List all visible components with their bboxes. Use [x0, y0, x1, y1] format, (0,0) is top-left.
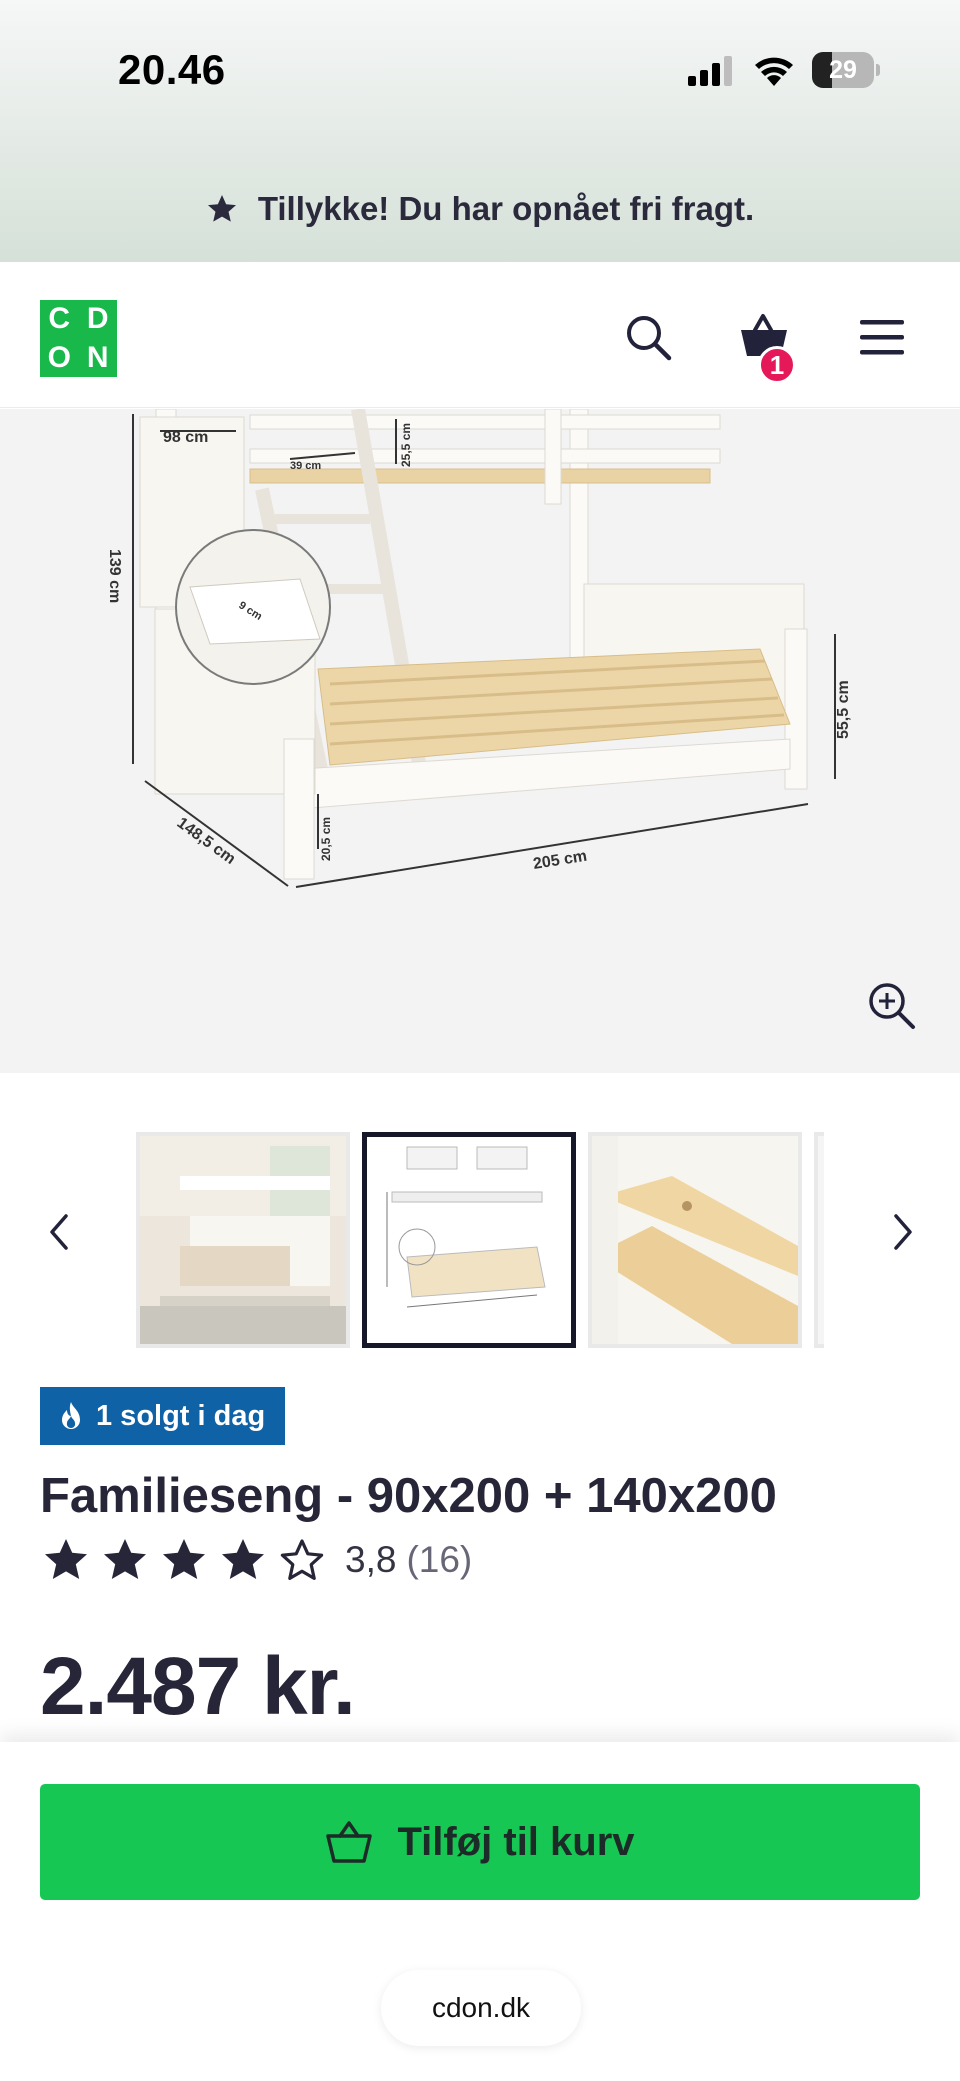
battery-indicator: 29: [812, 52, 880, 88]
basket-outline-icon: [326, 1821, 373, 1863]
star-filled-icon: [104, 1539, 146, 1579]
dim-label: 55,5 cm: [835, 680, 852, 739]
sold-today-text: 1 solgt i dag: [96, 1399, 266, 1432]
thumbnail-strip: [136, 1132, 824, 1348]
free-shipping-banner: Tillykke! Du har opnået fri fragt.: [0, 184, 960, 234]
status-time: 20.46: [118, 46, 226, 93]
dim-label: 20,5 cm: [319, 817, 333, 861]
thumbnail-3[interactable]: [588, 1132, 802, 1348]
rating-count: (16): [406, 1539, 473, 1580]
bunk-bed-illustration: 98 cm 39 cm 25,5 cm 139 cm 9 cm 55,5 cm …: [106, 409, 852, 888]
zoom-in-icon[interactable]: [866, 980, 916, 1030]
dim-label: 139 cm: [106, 549, 123, 603]
rating-value: 3,8: [345, 1539, 397, 1580]
battery-level: 29: [829, 56, 857, 84]
star-filled-icon: [45, 1539, 87, 1579]
logo-letter: O: [47, 340, 71, 374]
sold-today-badge: 1 solgt i dag: [40, 1387, 286, 1445]
thumbnail-carousel: [0, 1132, 960, 1348]
search-icon[interactable]: [623, 312, 673, 362]
star-filled-icon: [222, 1539, 264, 1579]
product-price: 2.487 kr.: [40, 1641, 356, 1732]
add-to-cart-label: Tilføj til kurv: [397, 1819, 635, 1864]
star-icon: [207, 195, 236, 222]
dim-label: 39 cm: [290, 460, 321, 472]
chevron-left-icon[interactable]: [46, 1212, 72, 1252]
thumbnail-1[interactable]: [136, 1132, 350, 1348]
fire-icon: [62, 1402, 80, 1429]
product-image[interactable]: 98 cm 39 cm 25,5 cm 139 cm 9 cm 55,5 cm …: [0, 409, 960, 1073]
signal-icon: [688, 56, 732, 86]
product-rating[interactable]: 3,8 (16): [42, 1535, 472, 1585]
star-filled-icon: [163, 1539, 205, 1579]
browser-url-bar[interactable]: cdon.dk: [381, 1970, 581, 2046]
logo-letter: N: [86, 340, 109, 374]
product-title: Familieseng - 90x200 + 140x200: [40, 1469, 777, 1523]
dim-label: 205 cm: [532, 848, 588, 873]
menu-icon[interactable]: [858, 312, 906, 362]
chevron-right-icon[interactable]: [890, 1212, 916, 1252]
site-header: C D O N 1: [0, 262, 960, 408]
wifi-icon: [755, 57, 793, 86]
promo-text: Tillykke! Du har opnået fri fragt.: [257, 190, 755, 227]
star-outline-icon: [280, 1539, 324, 1580]
cdon-logo[interactable]: C D O N: [40, 300, 117, 377]
thumbnail-4[interactable]: [814, 1132, 824, 1348]
dim-label: 25,5 cm: [399, 423, 413, 467]
logo-letter: C: [48, 302, 71, 336]
dim-label: 98 cm: [163, 429, 208, 446]
thumbnail-2[interactable]: [362, 1132, 576, 1348]
logo-letter: D: [86, 302, 109, 336]
add-to-cart-button[interactable]: Tilføj til kurv: [40, 1784, 920, 1900]
cart-count-badge: 1: [758, 346, 796, 384]
